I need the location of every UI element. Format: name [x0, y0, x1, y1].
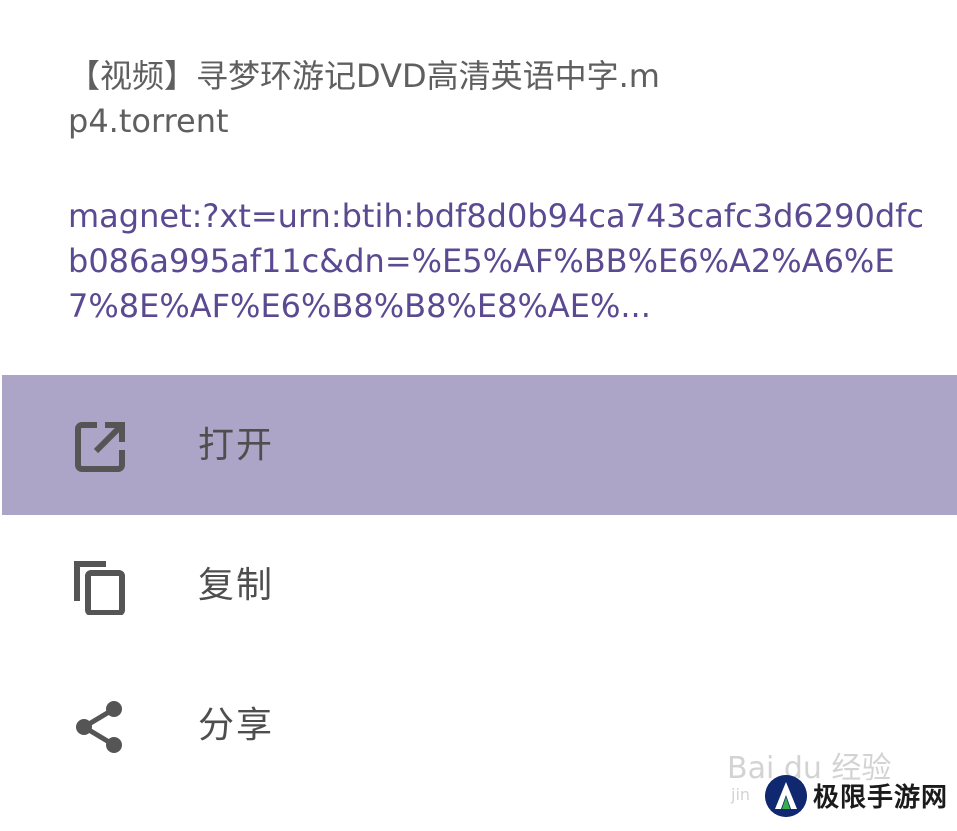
open-external-icon — [75, 422, 125, 472]
site-watermark-name: 极限手游网 — [813, 783, 949, 813]
watermark: Bai du 经验 jin 极限手游网 — [727, 721, 957, 831]
menu-item-label: 打开 — [198, 425, 275, 466]
menu-item-label: 分享 — [198, 705, 275, 746]
magnet-link-text: magnet:?xt=urn:btih:bdf8d0b94ca743cafc3d… — [68, 197, 924, 325]
menu-item-copy[interactable]: 复制 — [2, 515, 957, 655]
share-icon — [76, 701, 122, 753]
torrent-file-name: 【视频】寻梦环游记DVD高清英语中字.mp4.torrent — [68, 57, 660, 140]
menu-item-label: 复制 — [198, 565, 275, 606]
sheet-header: 【视频】寻梦环游记DVD高清英语中字.mp4.torrent — [68, 54, 928, 144]
menu-item-open[interactable]: 打开 — [2, 375, 957, 515]
copy-icon — [74, 561, 125, 615]
context-sheet: 【视频】寻梦环游记DVD高清英语中字.mp4.torrent magnet:?x… — [0, 0, 957, 831]
site-logo-icon — [765, 775, 807, 817]
baidu-watermark-sub: jin — [731, 785, 751, 804]
